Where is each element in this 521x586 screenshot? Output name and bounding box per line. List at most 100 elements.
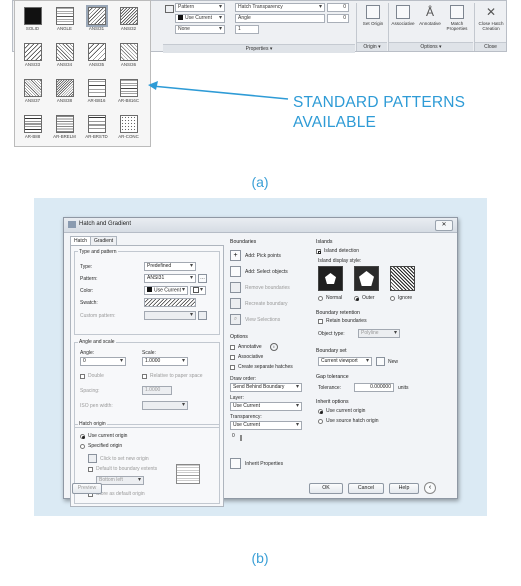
relative-to-paper-space-label: Relative to paper space (150, 373, 203, 379)
use-current-origin-radio[interactable] (80, 434, 86, 440)
default-to-boundary-extents-checkbox[interactable] (88, 467, 93, 472)
pattern-swatch-icon (87, 115, 106, 133)
hatch-gradient-dialog: Hatch and Gradient ✕ Hatch Gradient Type… (63, 217, 458, 507)
recreate-boundary-button[interactable] (230, 298, 241, 309)
click-to-set-origin-button[interactable] (88, 454, 97, 463)
iso-pen-width-dropdown[interactable] (142, 401, 188, 410)
island-display-style-label: Island display style: (318, 258, 362, 264)
pattern-item-angle[interactable]: ANGLE (51, 5, 78, 35)
pattern-item-ansi31[interactable]: ANSI31 (83, 5, 110, 35)
pattern-item-ar-brstd[interactable]: AR-BRSTD (83, 113, 110, 143)
more-options-icon[interactable]: ‹ (424, 482, 436, 494)
transparency-value-field[interactable]: 0 (327, 3, 349, 12)
island-outer-preview[interactable] (354, 266, 379, 291)
pattern-item-ansi38[interactable]: ANSI38 (51, 77, 78, 107)
ok-button[interactable]: OK (309, 483, 343, 494)
angle-dropdown[interactable]: 0 (80, 357, 126, 366)
inherit-use-source-origin-radio[interactable] (318, 419, 323, 424)
pattern-item-ar-b816c[interactable]: AR-B816C (115, 77, 142, 107)
close-hatch-creation-button[interactable]: ✕ Close Hatch Creation (476, 5, 506, 31)
spacing-field[interactable]: 1.0000 (142, 386, 172, 395)
retain-boundaries-label: Retain boundaries (326, 318, 367, 324)
annotative-checkbox[interactable] (230, 345, 235, 350)
color-dropdown[interactable]: Use Current (144, 286, 188, 295)
scale-field[interactable]: 1 (235, 25, 259, 34)
island-detection-checkbox[interactable] (316, 249, 321, 254)
origin-panel-label[interactable]: Origin ▾ (357, 42, 387, 51)
annotative-button[interactable]: Å Annotative (417, 5, 443, 26)
island-normal-radio[interactable] (318, 296, 323, 301)
pattern-label: SOLID (25, 26, 40, 31)
pattern-swatch-icon (55, 79, 74, 97)
pattern-item-ar-b88[interactable]: AR-B88 (19, 113, 46, 143)
pattern-swatch[interactable] (144, 298, 196, 307)
pattern-item-ansi36[interactable]: ANSI36 (115, 41, 142, 71)
double-checkbox[interactable] (80, 374, 85, 379)
pattern-item-solid[interactable]: SOLID (19, 5, 46, 35)
associative-button[interactable]: Associative (390, 5, 416, 26)
pattern-dropdown[interactable]: ANSI31 (144, 274, 196, 283)
retain-boundaries-checkbox[interactable] (318, 319, 323, 324)
relative-to-paper-space-checkbox[interactable] (142, 374, 147, 379)
inherit-use-current-origin-radio[interactable] (318, 409, 324, 415)
hatch-transparency-field[interactable]: Hatch Transparency (235, 3, 325, 12)
custom-pattern-dropdown[interactable] (144, 311, 196, 320)
remove-boundaries-button[interactable] (230, 282, 241, 293)
hatch-type-dropdown[interactable]: Pattern (175, 3, 225, 12)
angle-label: Angle: (80, 350, 95, 356)
close-icon[interactable]: ✕ (435, 220, 453, 231)
view-selections-button[interactable]: ⌕ (230, 314, 241, 325)
background-color-dropdown[interactable]: None (175, 25, 225, 34)
island-ignore-radio[interactable] (390, 296, 395, 301)
hatch-color-dropdown[interactable]: Use Current (175, 14, 225, 23)
pattern-browse-button[interactable]: … (198, 274, 207, 283)
options-heading: Options (230, 334, 248, 340)
add-select-objects-button[interactable] (230, 266, 241, 277)
pattern-item-ansi34[interactable]: ANSI34 (51, 41, 78, 71)
custom-pattern-browse-button[interactable] (198, 311, 207, 320)
pattern-item-ansi33[interactable]: ANSI33 (19, 41, 46, 71)
associative-checkbox[interactable] (230, 355, 235, 360)
add-pick-points-button[interactable]: + (230, 250, 241, 261)
layer-dropdown[interactable]: Use Current (230, 402, 302, 411)
create-separate-hatches-checkbox[interactable] (230, 365, 235, 370)
pattern-item-ar-brelm[interactable]: AR-BRELM (51, 113, 78, 143)
origin-position-dropdown[interactable]: Bottom left (96, 476, 144, 485)
pattern-item-ar-b816[interactable]: AR-B816 (83, 77, 110, 107)
background-color-dropdown[interactable] (190, 286, 206, 295)
pattern-item-ansi32[interactable]: ANSI32 (115, 5, 142, 35)
set-origin-button[interactable]: Set Origin (361, 5, 385, 26)
type-dropdown[interactable]: Predefined (144, 262, 196, 271)
inherit-properties-label: Inherit Properties (245, 461, 284, 467)
island-ignore-preview[interactable] (390, 266, 415, 291)
boundary-set-dropdown[interactable]: Current viewport (318, 357, 372, 366)
dialog-title: Hatch and Gradient (79, 221, 132, 227)
island-outer-label: Outer (362, 295, 375, 301)
object-type-dropdown[interactable]: Polyline (358, 329, 400, 338)
tolerance-field[interactable]: 0.000000 (354, 383, 394, 392)
cancel-button[interactable]: Cancel (348, 483, 384, 494)
match-properties-button[interactable]: Match Properties (444, 5, 470, 31)
transparency-dropdown[interactable]: Use Current (230, 421, 302, 430)
pattern-item-ar-conc[interactable]: AR-CONC (115, 113, 142, 143)
draw-order-dropdown[interactable]: Send Behind Boundary (230, 383, 302, 392)
callout-arrowhead (148, 81, 158, 90)
island-normal-preview[interactable] (318, 266, 343, 291)
specified-origin-radio[interactable] (80, 444, 85, 449)
help-button[interactable]: Help (389, 483, 419, 494)
close-icon: ✕ (485, 5, 497, 19)
pattern-item-ansi35[interactable]: ANSI35 (83, 41, 110, 71)
transparency-slider-thumb[interactable] (240, 435, 242, 441)
preview-button[interactable]: Preview (72, 483, 102, 494)
scale-dropdown[interactable]: 1.0000 (142, 357, 188, 366)
pattern-item-ansi37[interactable]: ANSI37 (19, 77, 46, 107)
add-pick-points-label: Add: Pick points (245, 253, 281, 259)
properties-panel-label[interactable]: Properties ▾ (163, 44, 355, 53)
angle-field[interactable]: Angle (235, 14, 325, 23)
angle-value-field[interactable]: 0 (327, 14, 349, 23)
inherit-properties-button[interactable] (230, 458, 241, 469)
options-panel-label[interactable]: Options ▾ (389, 42, 473, 51)
island-outer-radio[interactable] (354, 296, 360, 302)
match-properties-label: Match Properties (446, 21, 468, 31)
new-boundary-set-button[interactable] (376, 357, 385, 366)
